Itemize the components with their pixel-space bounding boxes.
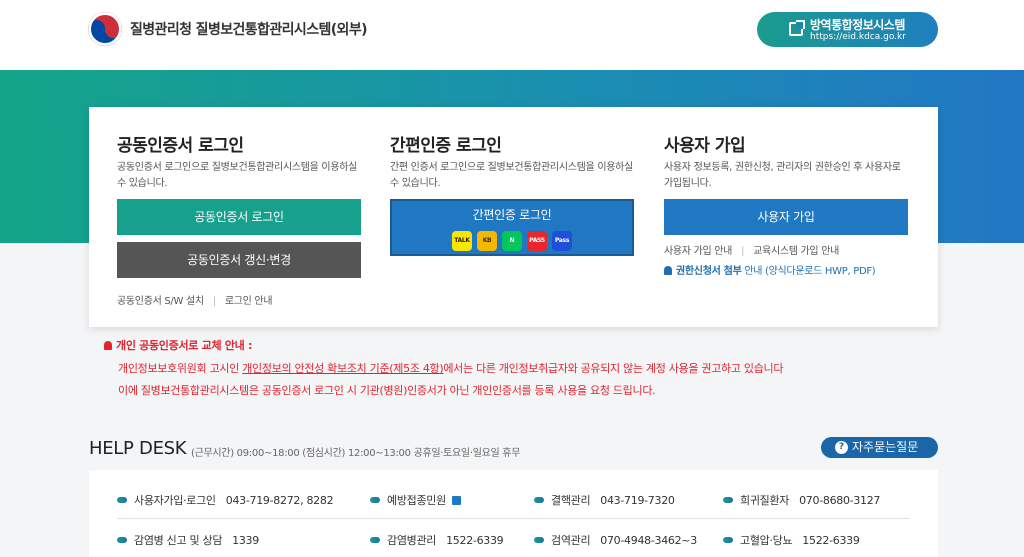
help-desk-title: HELP DESK bbox=[89, 438, 187, 459]
help-item: 사용자가입·로그인 043-719-8272, 8282 bbox=[117, 492, 334, 508]
divider: | bbox=[741, 246, 745, 257]
kb-icon: KB bbox=[477, 231, 497, 251]
cert-renew-button[interactable]: 공동인증서 갱신·변경 bbox=[117, 242, 361, 278]
notice-line-1: 개인정보보호위원회 고시인 개인정보의 안전성 확보조치 기준(제5조 4항)에… bbox=[118, 362, 784, 375]
simple-login-button[interactable]: 간편인증 로그인 TALK KB N PASS Pass bbox=[390, 199, 634, 256]
bullet-icon bbox=[117, 497, 127, 503]
divider: | bbox=[212, 296, 216, 307]
help-item: 감염병 신고 및 상담 1339 bbox=[117, 532, 259, 548]
help-item: 감염병관리 1522-6339 bbox=[370, 532, 504, 548]
external-link-icon[interactable] bbox=[451, 496, 461, 505]
notice-line-2: 이에 질병보건통합관리시스템은 공동인증서 로그인 시 기관(병원)인증서가 아… bbox=[118, 384, 656, 397]
site-title[interactable]: 질병관리청 질병보건통합관리시스템(외부) bbox=[130, 19, 368, 39]
bullet-icon bbox=[534, 537, 544, 543]
login-guide-link[interactable]: 로그인 안내 bbox=[225, 296, 273, 307]
bullet-icon bbox=[117, 537, 127, 543]
simple-login-title: 간편인증 로그인 bbox=[390, 136, 502, 156]
cert-replace-notice: 개인 공동인증서로 교체 안내 : 개인정보보호위원회 고시인 개인정보의 안전… bbox=[104, 337, 864, 397]
bullet-icon bbox=[534, 497, 544, 503]
edu-signup-link[interactable]: 교육시스템 가입 안내 bbox=[753, 246, 839, 257]
bell-icon bbox=[104, 341, 112, 350]
simple-login-label: 간편인증 로그인 bbox=[472, 208, 552, 222]
kakao-icon: TALK bbox=[452, 231, 472, 251]
header: 질병관리청 질병보건통합관리시스템(외부) 방역통합정보시스템 https://… bbox=[0, 0, 1024, 70]
signup-desc: 사용자 정보등록, 권한신청, 관리자의 권한승인 후 사용자로 가입됩니다. bbox=[664, 162, 901, 189]
help-item: 희귀질환자 070-8680-3127 bbox=[723, 492, 880, 508]
cert-login-desc: 공동인증서 로그인으로 질병보건통합관리시스템을 이용하실 수 있습니다. bbox=[117, 162, 358, 189]
help-desk-hours: (근무시간) 09:00~18:00 (점심시간) 12:00~13:00 공휴… bbox=[191, 448, 521, 459]
external-system-button[interactable]: 방역통합정보시스템 https://eid.kdca.go.kr bbox=[757, 12, 938, 47]
question-icon: ? bbox=[835, 441, 848, 454]
cert-install-link[interactable]: 공동인증서 S/W 설치 bbox=[117, 296, 204, 307]
cert-links: 공동인증서 S/W 설치 | 로그인 안내 bbox=[117, 292, 273, 307]
bullet-icon bbox=[370, 537, 380, 543]
permission-form-notice[interactable]: 권한신청서 첨부 안내 (양식다운로드 HWP, PDF) bbox=[664, 262, 876, 277]
signup-guide-link[interactable]: 사용자 가입 안내 bbox=[664, 246, 732, 257]
pass-icon: PASS bbox=[527, 231, 547, 251]
bullet-icon bbox=[370, 497, 380, 503]
bullet-icon bbox=[723, 537, 733, 543]
notice-head: 개인 공동인증서로 교체 안내 : bbox=[104, 337, 864, 353]
signup-links: 사용자 가입 안내 | 교육시스템 가입 안내 bbox=[664, 242, 839, 257]
samsung-pass-icon: Pass bbox=[552, 231, 572, 251]
naver-icon: N bbox=[502, 231, 522, 251]
cert-login-button[interactable]: 공동인증서 로그인 bbox=[117, 199, 361, 235]
external-link-icon bbox=[789, 20, 805, 36]
help-item: 고혈압·당뇨 1522-6339 bbox=[723, 532, 860, 548]
help-desk-box: 사용자가입·로그인 043-719-8272, 8282 예방접종민원 결핵관리 0… bbox=[89, 470, 938, 557]
simple-login-desc: 간편 인증서 로그인으로 질병보건통합관리시스템을 이용하실 수 있습니다. bbox=[390, 162, 633, 189]
faq-button[interactable]: ? 자주묻는질문 bbox=[821, 437, 938, 458]
external-system-url: https://eid.kdca.go.kr bbox=[810, 32, 906, 42]
cert-login-title: 공동인증서 로그인 bbox=[117, 136, 244, 156]
bell-icon bbox=[664, 266, 672, 275]
login-card: 공동인증서 로그인 공동인증서 로그인으로 질병보건통합관리시스템을 이용하실 … bbox=[89, 107, 938, 327]
kdca-logo[interactable] bbox=[88, 12, 122, 46]
privacy-standard-link[interactable]: 개인정보의 안전성 확보조치 기준(제5조 4항) bbox=[242, 362, 443, 375]
signup-button[interactable]: 사용자 가입 bbox=[664, 199, 908, 235]
help-item: 결핵관리 043-719-7320 bbox=[534, 492, 675, 508]
external-system-title: 방역통합정보시스템 bbox=[810, 18, 905, 32]
help-item[interactable]: 예방접종민원 bbox=[370, 492, 461, 508]
divider bbox=[117, 518, 910, 519]
help-item: 검역관리 070-4948-3462~3 bbox=[534, 532, 697, 548]
signup-title: 사용자 가입 bbox=[664, 136, 746, 156]
bullet-icon bbox=[723, 497, 733, 503]
